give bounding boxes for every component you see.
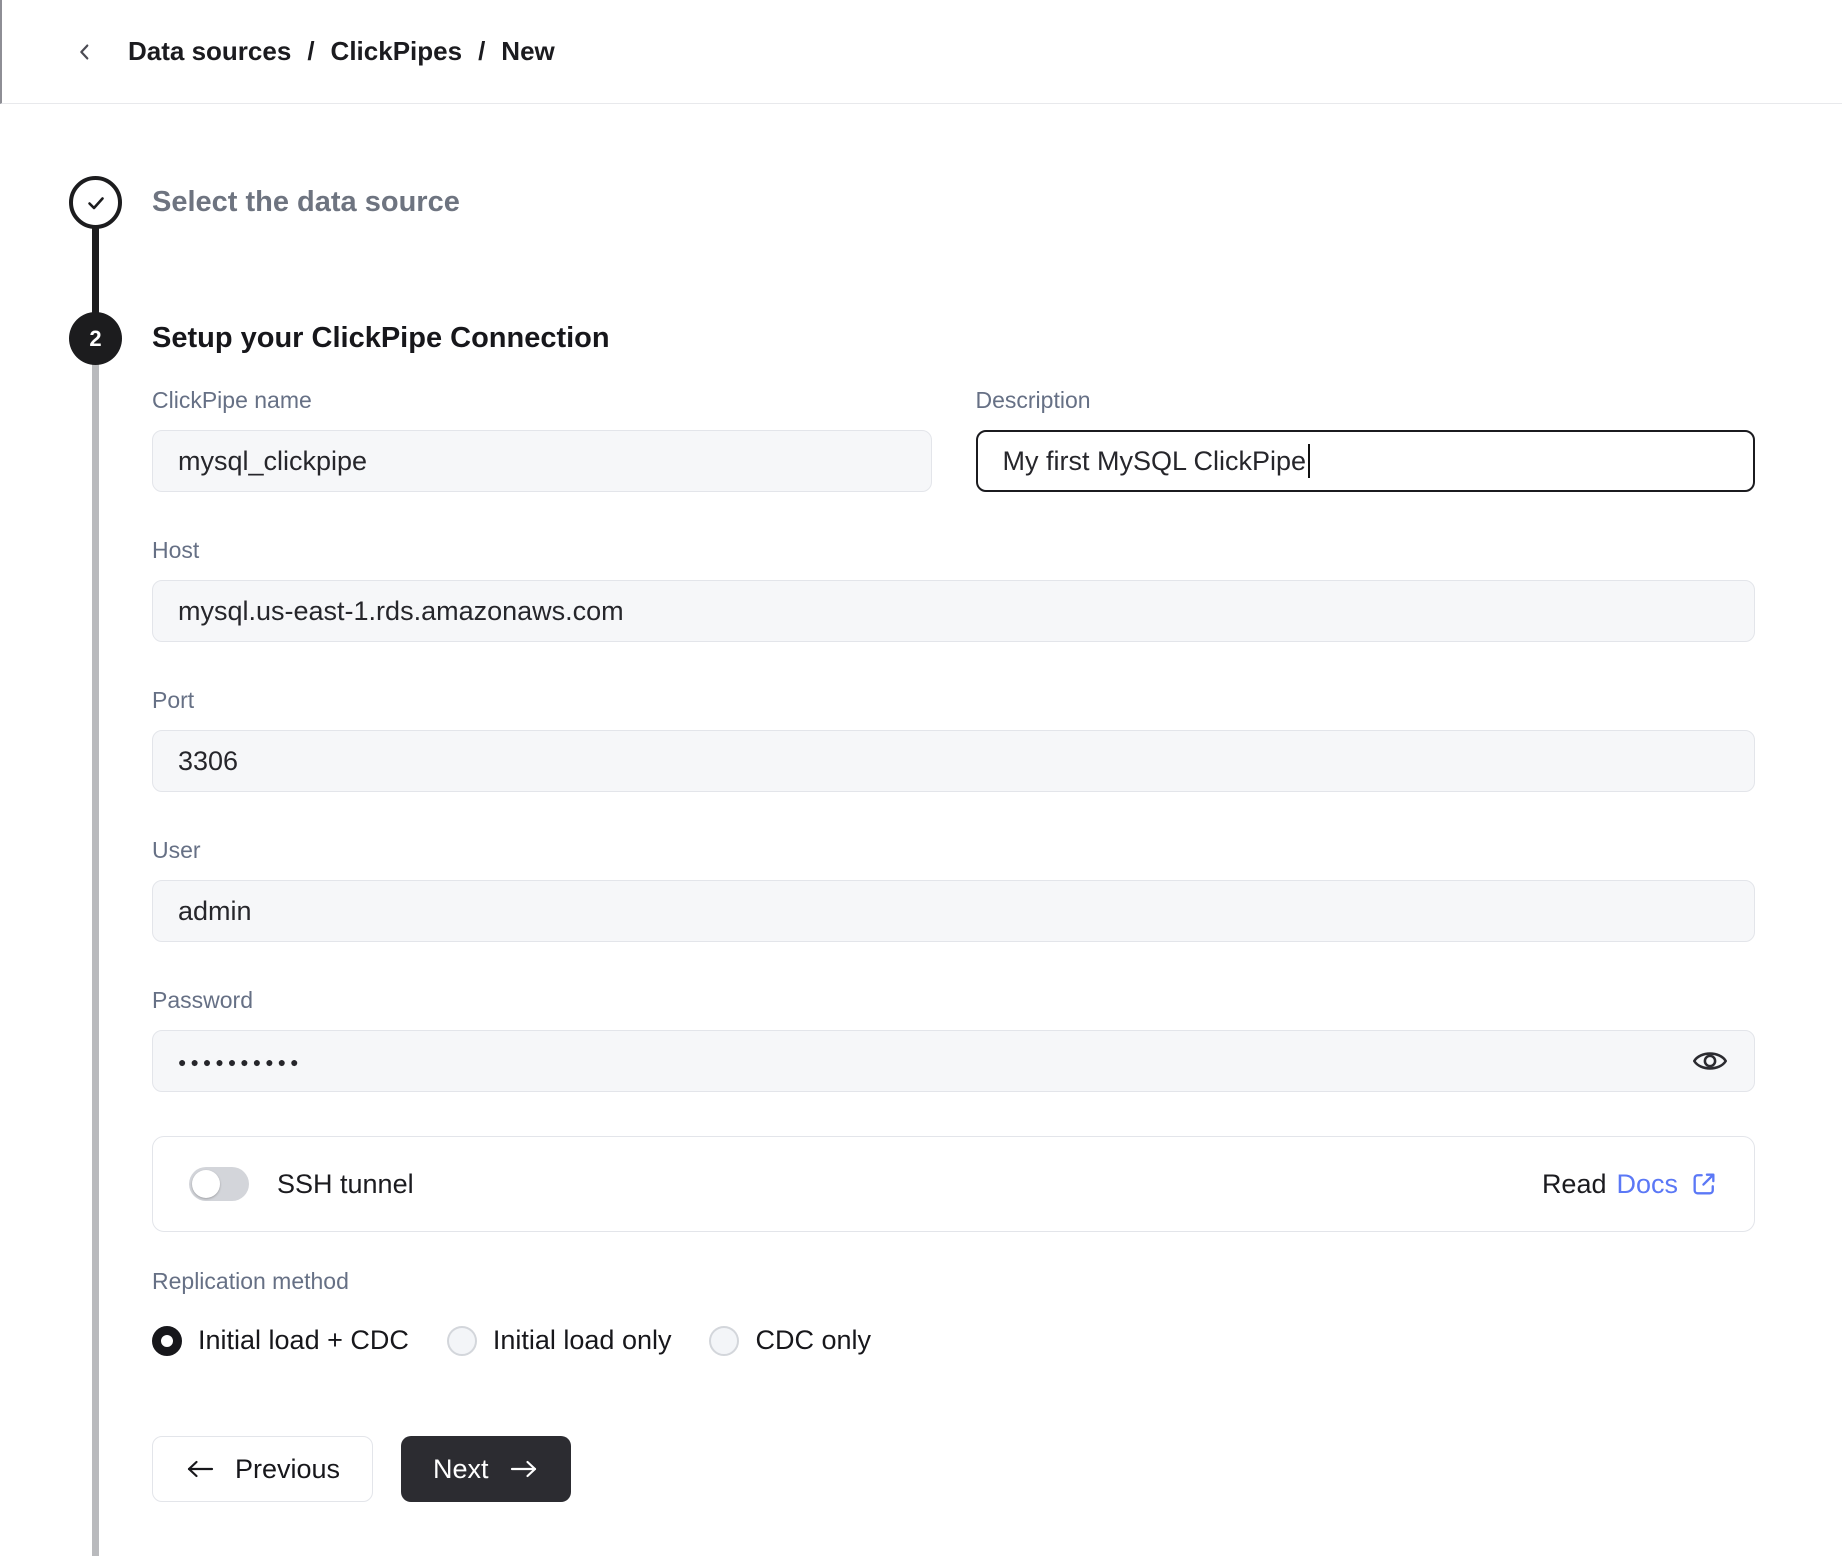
clickpipe-name-field-group: ClickPipe name bbox=[152, 386, 932, 492]
password-input[interactable]: ●●●●●●●●●● bbox=[152, 1030, 1755, 1092]
next-button-label: Next bbox=[433, 1454, 489, 1485]
description-label: Description bbox=[976, 386, 1756, 414]
ssh-tunnel-toggle[interactable] bbox=[189, 1167, 249, 1201]
step1-title: Select the data source bbox=[152, 184, 460, 220]
clickpipe-connection-form: ClickPipe name Description My first MySQ… bbox=[152, 386, 1755, 1502]
stepper-connector-active bbox=[92, 228, 99, 314]
clickpipe-name-label: ClickPipe name bbox=[152, 386, 932, 414]
ssh-tunnel-panel: SSH tunnel Read Docs bbox=[152, 1136, 1755, 1232]
eye-icon bbox=[1692, 1047, 1728, 1075]
radio-label: CDC only bbox=[755, 1325, 871, 1356]
arrow-left-icon bbox=[185, 1457, 215, 1481]
step2-number: 2 bbox=[89, 326, 101, 352]
breadcrumb-item-new: New bbox=[501, 36, 554, 67]
description-input[interactable]: My first MySQL ClickPipe bbox=[976, 430, 1756, 492]
radio-label: Initial load only bbox=[493, 1325, 672, 1356]
radio-selected-icon bbox=[152, 1326, 182, 1356]
host-label: Host bbox=[152, 536, 1755, 564]
port-input[interactable] bbox=[152, 730, 1755, 792]
user-input[interactable] bbox=[152, 880, 1755, 942]
radio-unselected-icon bbox=[447, 1326, 477, 1356]
arrow-right-icon bbox=[509, 1457, 539, 1481]
wizard-content: 2 Select the data source Setup your Clic… bbox=[0, 104, 1842, 1556]
port-field-group: Port bbox=[152, 686, 1755, 792]
breadcrumb-separator: / bbox=[307, 36, 314, 67]
previous-button-label: Previous bbox=[235, 1454, 340, 1485]
breadcrumb-header: Data sources / ClickPipes / New bbox=[0, 0, 1842, 104]
radio-initial-load-only[interactable]: Initial load only bbox=[447, 1325, 672, 1356]
user-field-group: User bbox=[152, 836, 1755, 942]
ssh-tunnel-label: SSH tunnel bbox=[277, 1169, 414, 1200]
read-docs-text: Read bbox=[1542, 1169, 1607, 1200]
radio-cdc-only[interactable]: CDC only bbox=[709, 1325, 871, 1356]
text-cursor bbox=[1308, 444, 1310, 478]
replication-method-label: Replication method bbox=[152, 1268, 1755, 1295]
replication-method-group: Replication method Initial load + CDC In… bbox=[152, 1268, 1755, 1356]
description-field-group: Description My first MySQL ClickPipe bbox=[976, 386, 1756, 492]
breadcrumb-item-clickpipes[interactable]: ClickPipes bbox=[331, 36, 463, 67]
toggle-knob bbox=[192, 1170, 220, 1198]
next-button[interactable]: Next bbox=[401, 1436, 571, 1502]
password-masked-value: ●●●●●●●●●● bbox=[178, 1055, 303, 1069]
stepper-connector-pending bbox=[92, 364, 99, 1556]
step1-indicator bbox=[69, 176, 122, 229]
password-field-group: Password ●●●●●●●●●● bbox=[152, 986, 1755, 1092]
host-field-group: Host bbox=[152, 536, 1755, 642]
chevron-left-icon bbox=[74, 41, 96, 63]
description-value: My first MySQL ClickPipe bbox=[1003, 446, 1307, 477]
radio-label: Initial load + CDC bbox=[198, 1325, 409, 1356]
user-label: User bbox=[152, 836, 1755, 864]
back-button[interactable] bbox=[68, 35, 102, 69]
clickpipe-name-input[interactable] bbox=[152, 430, 932, 492]
step2-title: Setup your ClickPipe Connection bbox=[152, 320, 610, 356]
breadcrumb-item-data-sources[interactable]: Data sources bbox=[128, 36, 291, 67]
show-password-button[interactable] bbox=[1688, 1039, 1732, 1083]
step2-indicator: 2 bbox=[69, 312, 122, 365]
breadcrumb: Data sources / ClickPipes / New bbox=[128, 36, 555, 67]
port-label: Port bbox=[152, 686, 1755, 714]
radio-unselected-icon bbox=[709, 1326, 739, 1356]
check-icon bbox=[84, 191, 108, 215]
docs-link[interactable]: Docs bbox=[1616, 1169, 1718, 1200]
password-label: Password bbox=[152, 986, 1755, 1014]
docs-link-label: Docs bbox=[1616, 1169, 1678, 1200]
breadcrumb-separator: / bbox=[478, 36, 485, 67]
host-input[interactable] bbox=[152, 580, 1755, 642]
external-link-icon bbox=[1690, 1170, 1718, 1198]
previous-button[interactable]: Previous bbox=[152, 1436, 373, 1502]
radio-initial-load-cdc[interactable]: Initial load + CDC bbox=[152, 1325, 409, 1356]
